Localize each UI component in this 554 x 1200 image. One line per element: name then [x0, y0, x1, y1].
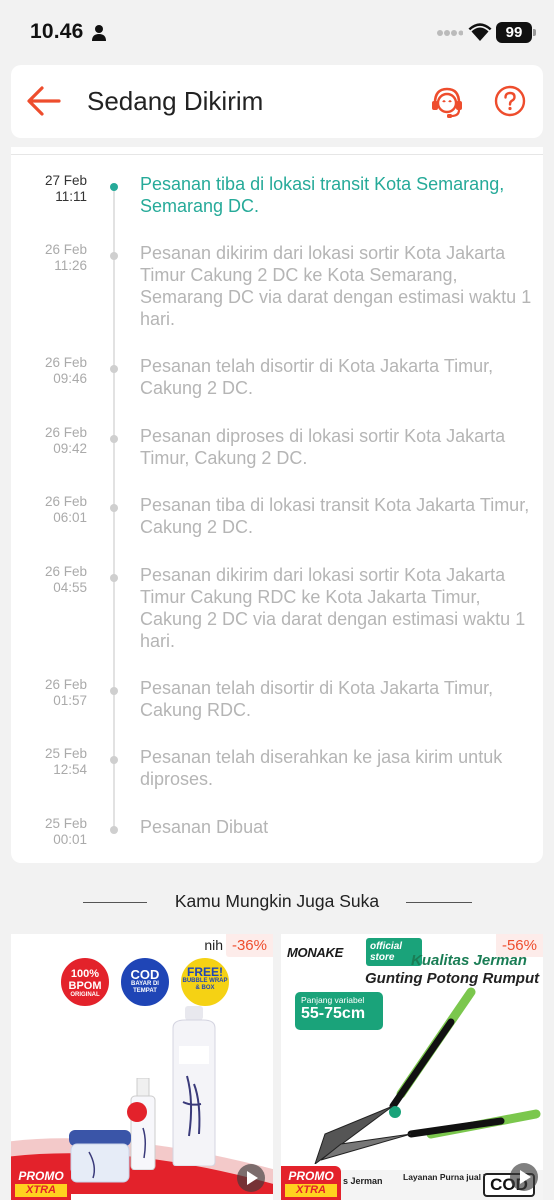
customer-service-icon[interactable] [429, 84, 465, 120]
timeline-text: Pesanan telah diserahkan ke jasa kirim u… [140, 747, 503, 789]
back-arrow-icon[interactable] [25, 83, 63, 119]
lotion-bottle-image [172, 1006, 216, 1166]
video-play-icon[interactable] [509, 1162, 539, 1192]
bpom-badge-label: 100% BPOM [68, 968, 102, 992]
timeline-day: 25 Feb [44, 816, 87, 831]
tracking-timeline: 27 Feb 11:11 Pesanan tiba di lokasi tran… [11, 147, 543, 863]
recommendations-header: Kamu Mungkin Juga Suka [0, 886, 554, 918]
wifi-icon [468, 23, 492, 41]
timeline-text: Pesanan dikirim dari lokasi sortir Kota … [140, 565, 526, 651]
signal-icon [437, 30, 463, 36]
help-icon[interactable] [494, 85, 526, 117]
timeline-dot [110, 756, 118, 764]
timeline-dot [110, 183, 118, 191]
battery-indicator: 99 [496, 22, 532, 43]
timeline-date: 27 Feb 11:11 [21, 173, 87, 205]
cod-badge: COD BAYAR DI TEMPAT [119, 956, 171, 1008]
timeline-dot [110, 365, 118, 373]
timeline-text: Pesanan telah disortir di Kota Jakarta T… [140, 678, 494, 720]
bpom-badge-sub: ORIGINAL [70, 992, 100, 998]
cod-badge-label: COD [130, 967, 160, 982]
timeline-text: Pesanan diproses di lokasi sortir Kota J… [140, 426, 506, 468]
product-headline: Kualitas Jerman [411, 952, 527, 969]
length-value: 55-75cm [301, 1005, 366, 1022]
discount-badge: -36% [225, 934, 273, 957]
promo-label: PROMO [288, 1169, 334, 1183]
timeline-day: 27 Feb [44, 173, 87, 188]
timeline-time: 12:54 [53, 762, 87, 777]
timeline-time: 11:26 [54, 258, 87, 273]
product-corner-text: nih [204, 937, 223, 953]
divider [11, 154, 543, 155]
brand-name: MONAKE [287, 945, 343, 960]
timeline-day: 25 Feb [44, 746, 87, 761]
timeline-day: 26 Feb [44, 242, 87, 257]
timeline-text: Pesanan tiba di lokasi transit Kota Jaka… [140, 495, 530, 537]
cream-jar-image [69, 1130, 131, 1183]
timeline-dot [110, 504, 118, 512]
timeline-date: 25 Feb 12:54 [21, 746, 87, 778]
timeline-day: 26 Feb [44, 494, 87, 509]
timeline-time: 06:01 [53, 510, 87, 525]
timeline-time: 00:01 [53, 832, 87, 847]
timeline-date: 26 Feb 06:01 [21, 494, 87, 526]
brand-bar: MONAKE official store [281, 934, 429, 970]
promo-xtra-badge: PROMO XTRA [281, 1166, 341, 1200]
status-time: 10.46 [30, 20, 84, 43]
bpom-badge: 100% BPOM ORIGINAL [59, 956, 111, 1008]
free-badge-sub: BUBBLE WRAP & BOX [182, 978, 228, 991]
free-badge: FREE! BUBBLE WRAP & BOX [179, 956, 231, 1008]
timeline-text: Pesanan tiba di lokasi transit Kota Sema… [140, 174, 505, 216]
timeline-day: 26 Feb [44, 355, 87, 370]
timeline-dot [110, 826, 118, 834]
timeline-dot [110, 574, 118, 582]
timeline-day: 26 Feb [44, 425, 87, 440]
status-bar: 10.46 99 [0, 0, 554, 64]
timeline-date: 26 Feb 11:26 [21, 242, 87, 274]
timeline-date: 25 Feb 00:01 [21, 816, 87, 848]
video-play-icon[interactable] [236, 1163, 266, 1193]
divider [406, 902, 472, 903]
promo-xtra-badge: PROMO XTRA [11, 1166, 71, 1200]
product-card[interactable]: MONAKE official store -56% Kualitas Jerm… [281, 934, 543, 1200]
timeline-time: 04:55 [53, 580, 87, 595]
length-badge: Panjang variabel 55-75cm [295, 992, 383, 1030]
timeline-date: 26 Feb 09:46 [21, 355, 87, 387]
timeline-dot [110, 252, 118, 260]
timeline-text: Pesanan dikirim dari lokasi sortir Kota … [140, 243, 532, 329]
page-title: Sedang Dikirim [87, 86, 264, 116]
length-label: Panjang variabel [301, 995, 365, 1005]
timeline-day: 26 Feb [44, 564, 87, 579]
timeline-time: 09:46 [53, 371, 87, 386]
product-card[interactable]: nih -36% 100% BPOM ORIGINAL COD BAYAR DI… [11, 934, 273, 1200]
timeline-date: 26 Feb 09:42 [21, 425, 87, 457]
free-badge-label: FREE! [187, 965, 223, 979]
timeline-day: 26 Feb [44, 677, 87, 692]
feature-quality: s Jerman [343, 1176, 383, 1186]
timeline-time: 11:11 [55, 189, 87, 204]
timeline-dot [110, 687, 118, 695]
timeline-text: Pesanan Dibuat [140, 817, 269, 837]
cod-badge-sub: BAYAR DI TEMPAT [131, 981, 159, 994]
promo-label: PROMO [18, 1169, 64, 1183]
timeline-time: 01:57 [53, 693, 87, 708]
timeline-date: 26 Feb 04:55 [21, 564, 87, 596]
promo-sub-label: XTRA [285, 1184, 337, 1197]
timeline-time: 09:42 [53, 441, 87, 456]
timeline-text: Pesanan telah disortir di Kota Jakarta T… [140, 356, 494, 398]
battery-cap [533, 29, 536, 36]
page-header: Sedang Dikirim [11, 65, 543, 138]
person-icon [92, 25, 106, 41]
timeline-dot [110, 435, 118, 443]
promo-sub-label: XTRA [15, 1184, 67, 1197]
timeline-date: 26 Feb 01:57 [21, 677, 87, 709]
